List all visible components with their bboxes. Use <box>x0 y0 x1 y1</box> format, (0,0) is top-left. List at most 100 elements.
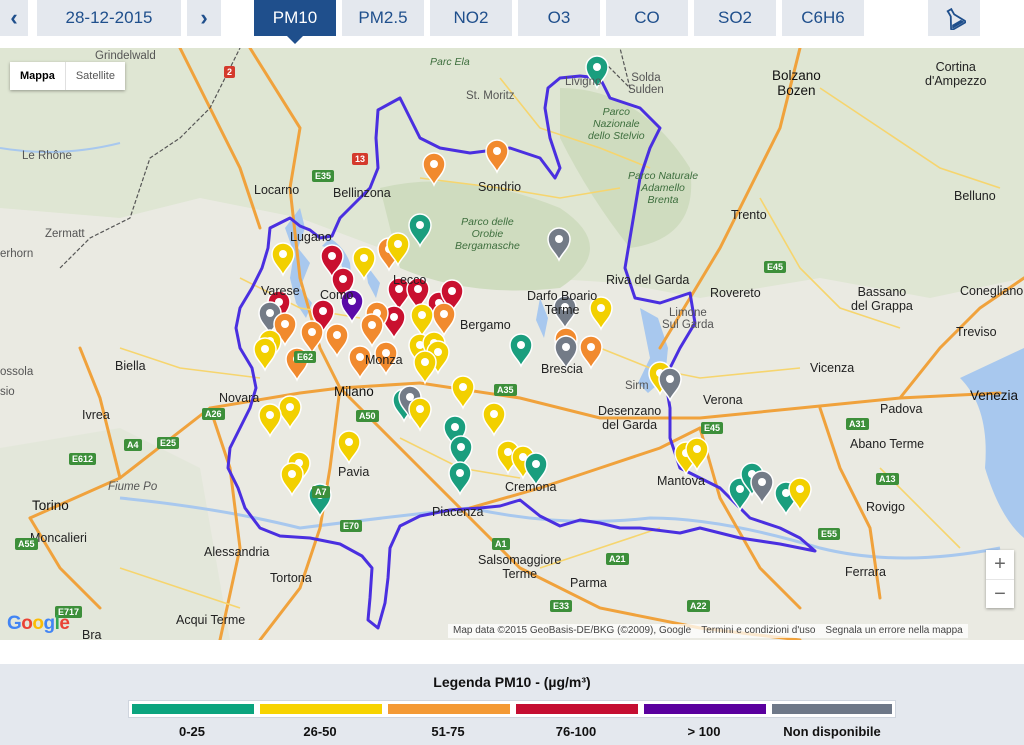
station-marker-yellow[interactable] <box>410 303 434 338</box>
station-marker-yellow[interactable] <box>482 402 506 437</box>
tab-label: SO2 <box>717 8 753 27</box>
station-marker-yellow[interactable] <box>280 462 304 497</box>
place-label: Bassano del Grappa <box>851 285 913 313</box>
legend-label: Non disponibile <box>783 724 881 739</box>
tab-so2[interactable]: SO2 <box>694 0 776 36</box>
place-label: ossola <box>0 366 34 378</box>
terms-link[interactable]: Termini e condizioni d'uso <box>696 624 820 638</box>
place-label: Limone Sul Garda <box>662 307 714 331</box>
park-label: Parco Naturale Adamello Brenta <box>628 170 699 206</box>
road-shield: E35 <box>312 170 335 182</box>
tab-c6h6[interactable]: C6H6 <box>782 0 864 36</box>
place-label: Vicenza <box>810 361 855 375</box>
map-type-control: Mappa Satellite <box>10 62 125 90</box>
tab-label: PM2.5 <box>358 8 408 27</box>
laguna-veneta <box>960 348 1024 538</box>
road-shield: E55 <box>818 528 841 540</box>
place-label: Alessandria <box>204 545 270 559</box>
park-label: Parc Ela <box>430 56 470 68</box>
place-label: Grindelwald <box>95 50 156 62</box>
tab-pm25[interactable]: PM2.5 <box>342 0 424 36</box>
station-marker-yellow[interactable] <box>451 375 475 410</box>
station-marker-orange[interactable] <box>579 335 603 370</box>
tab-label: PM10 <box>272 8 318 27</box>
place-label: Brescia <box>541 362 583 376</box>
road-shield: E25 <box>157 437 180 449</box>
place-label: Cortina d'Ampezzo <box>925 60 987 88</box>
place-label: Sirm <box>625 380 649 392</box>
place-label: erhorn <box>0 248 34 260</box>
road-shield: A55 <box>15 538 38 550</box>
road-shield: A35 <box>494 384 517 396</box>
tab-label: CO <box>634 8 660 27</box>
legend-label: 26-50 <box>303 724 337 739</box>
tab-co[interactable]: CO <box>606 0 688 36</box>
report-error-link[interactable]: Segnala un errore nella mappa <box>820 624 967 638</box>
zoom-out-button[interactable]: − <box>986 579 1014 609</box>
toolbar: ‹ 28-12-2015 › PM10 PM2.5 NO2 O3 CO SO2 … <box>0 0 1024 48</box>
place-label: Venezia <box>970 388 1019 403</box>
chevron-right-icon: › <box>200 5 208 30</box>
flask-icon <box>946 7 966 30</box>
station-marker-orange[interactable] <box>325 323 349 358</box>
place-label: Bergamo <box>460 318 511 332</box>
prev-day-button[interactable]: ‹ <box>0 0 28 36</box>
next-day-button[interactable]: › <box>187 0 221 36</box>
station-marker-gray[interactable] <box>658 367 682 402</box>
park-label: Parco Nazionale dello Stelvio <box>588 106 645 142</box>
legend-color-bar <box>128 700 896 718</box>
tab-o3[interactable]: O3 <box>518 0 600 36</box>
station-marker-yellow[interactable] <box>253 337 277 372</box>
tab-pm10[interactable]: PM10 <box>254 0 336 44</box>
map[interactable]: Grindelwald Le Rhône Zermatt erhorn Loca… <box>0 48 1024 640</box>
station-marker-orange[interactable] <box>432 302 456 337</box>
google-logo[interactable]: Google <box>7 613 70 635</box>
station-marker-orange[interactable] <box>360 313 384 348</box>
zoom-in-button[interactable]: + <box>986 550 1014 579</box>
place-label: Bolzano Bozen <box>772 68 821 98</box>
station-marker-green[interactable] <box>448 461 472 496</box>
place-label: Biella <box>115 359 146 373</box>
tab-label: NO2 <box>453 8 489 27</box>
legend-swatch-over-100 <box>644 704 766 714</box>
chevron-left-icon: ‹ <box>10 5 18 30</box>
zoom-control: + − <box>986 550 1014 608</box>
map-type-map-button[interactable]: Mappa <box>10 62 65 90</box>
place-label: Pavia <box>338 465 370 479</box>
road-shield: A22 <box>687 600 710 612</box>
place-label: Moncalieri <box>30 531 87 545</box>
road-shield: E70 <box>340 520 363 532</box>
legend-title: Legenda PM10 - (µg/m³) <box>433 674 591 690</box>
station-marker-yellow[interactable] <box>408 397 432 432</box>
place-label: Trento <box>731 208 767 222</box>
road-shield: 13 <box>352 153 369 165</box>
map-basemap <box>0 48 1024 640</box>
road-shield: E62 <box>294 351 317 363</box>
station-marker-yellow[interactable] <box>271 242 295 277</box>
place-label: Belluno <box>954 189 996 203</box>
road-shield: A4 <box>124 439 142 451</box>
station-marker-gray[interactable] <box>750 470 774 505</box>
place-label: Bra <box>82 628 102 640</box>
place-label: Monza <box>365 353 403 367</box>
tab-label: O3 <box>547 8 571 27</box>
map-type-satellite-button[interactable]: Satellite <box>64 62 125 90</box>
tab-no2[interactable]: NO2 <box>430 0 512 36</box>
place-label: Cremona <box>505 480 557 494</box>
road-shield: A31 <box>846 418 869 430</box>
road-shield: A7 <box>312 486 330 498</box>
station-marker-yellow[interactable] <box>337 430 361 465</box>
place-label: Lugano <box>290 230 332 244</box>
tools-button[interactable] <box>928 0 980 36</box>
place-label: Rovigo <box>866 500 905 514</box>
place-label: Desenzano del Garda <box>598 404 662 432</box>
date-selector[interactable]: 28-12-2015 <box>37 0 181 36</box>
station-marker-yellow[interactable] <box>278 395 302 430</box>
legend-swatch-26-50 <box>260 704 382 714</box>
station-marker-yellow[interactable] <box>258 403 282 438</box>
station-marker-yellow[interactable] <box>413 350 437 385</box>
place-label: Abano Terme <box>850 437 925 451</box>
road-shield: A21 <box>606 553 629 565</box>
legend-swatch-na <box>772 704 892 714</box>
station-marker-green[interactable] <box>509 333 533 368</box>
